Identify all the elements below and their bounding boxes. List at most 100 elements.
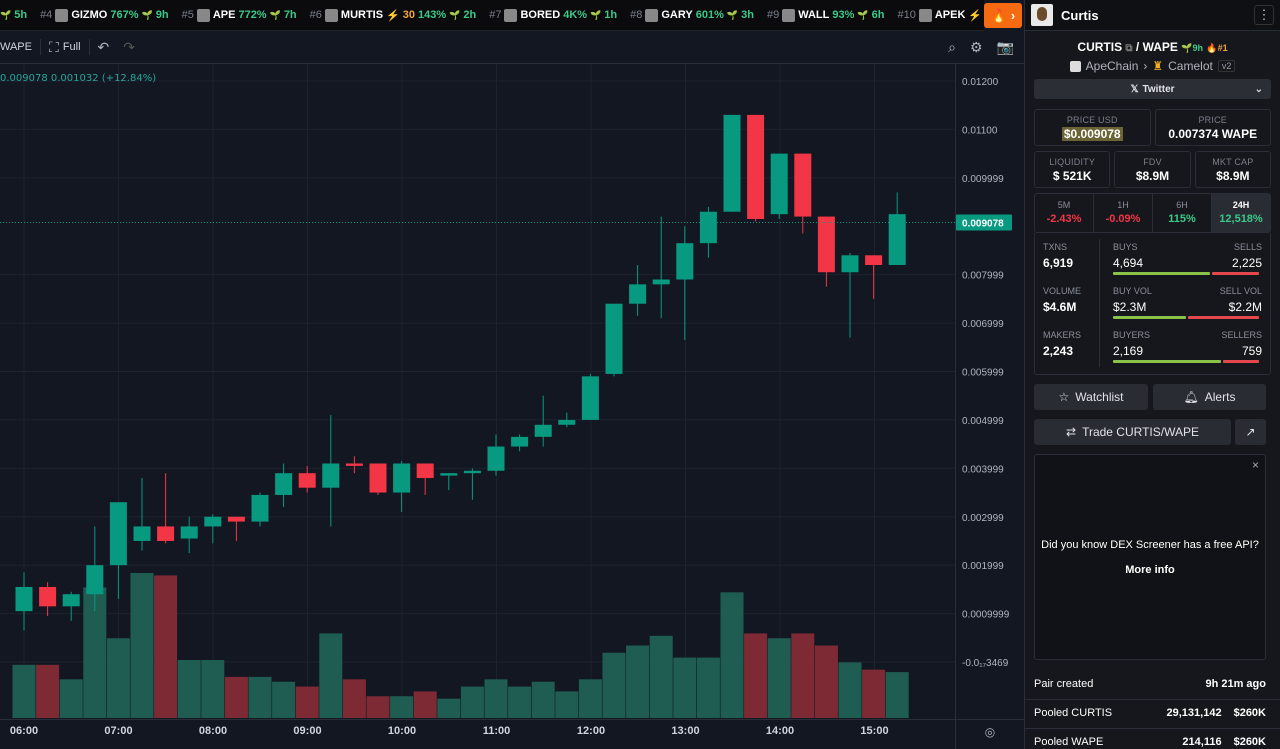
time-tick-label: 13:00 — [671, 725, 699, 737]
price-native-value: 0.007374 WAPE — [1168, 127, 1258, 141]
sells-bar — [1212, 272, 1259, 275]
tab-1h[interactable]: 1H -0.09% — [1094, 194, 1153, 232]
candle-body — [629, 284, 647, 304]
timeframe-tabs: 5M -2.43% 1H -0.09% 6H 115% 24H 12,518% — [1034, 193, 1271, 233]
volume-bar — [224, 676, 248, 718]
tab-5m[interactable]: 5M -2.43% — [1035, 194, 1094, 232]
volume-bar — [366, 696, 390, 718]
chart-canvas[interactable]: 06:00 07:00 08:00 09:00 10:00 11:00 12:00 13:00… — [0, 64, 1024, 749]
ticker-item[interactable]: #10APEK⚡104K%🌱4 — [897, 8, 984, 22]
price-tick-label: 0.006999 — [962, 319, 1004, 330]
tab-24h[interactable]: 24H 12,518% — [1212, 194, 1270, 232]
chain-link[interactable]: ApeChain — [1086, 59, 1139, 73]
volume-bar — [555, 691, 579, 718]
price-chart[interactable]: 06:00 07:00 08:00 09:00 10:00 11:00 12:00 13:00… — [0, 64, 1024, 749]
full-button[interactable]: Full — [63, 41, 81, 53]
ticker-item[interactable]: #7 BORED 4K% 🌱 1h — [489, 8, 617, 22]
fullscreen-icon[interactable]: ⛶ — [49, 39, 59, 56]
ticker-item[interactable]: #9 WALL 93% 🌱 6h — [766, 8, 884, 22]
redo-icon[interactable]: ↷ — [123, 39, 135, 56]
price-tick-label: 0.003999 — [962, 464, 1004, 475]
alerts-button[interactable]: 🔔︎ Alerts — [1153, 384, 1266, 410]
camera-icon[interactable]: 📷 — [997, 39, 1014, 56]
watchlist-button[interactable]: ☆ Watchlist — [1034, 384, 1148, 410]
external-link-button[interactable]: ↗ — [1235, 419, 1266, 445]
candle-body — [322, 463, 340, 488]
dex-link[interactable]: Camelot — [1168, 59, 1213, 73]
price-tick-label: 0.009999 — [962, 174, 1004, 185]
ticker-item[interactable]: 🌱 5h — [0, 9, 27, 21]
price-usd-value: $0.009078 — [1061, 127, 1123, 141]
zoom-icon[interactable]: ⌕ — [948, 39, 956, 56]
price-tick-label: 0.005999 — [962, 368, 1004, 379]
volume-bar — [295, 686, 319, 718]
pair-label[interactable]: WAPE — [0, 41, 32, 53]
volume-bar — [791, 633, 815, 718]
candle-body — [86, 565, 104, 595]
ticker-item[interactable]: #4 GIZMO 767% 🌱 9h — [40, 8, 169, 22]
close-icon[interactable]: × — [1252, 458, 1259, 472]
ticker-change: 93% — [832, 9, 855, 21]
ticker-rank: #4 — [40, 9, 53, 21]
token-icon — [55, 8, 69, 22]
candle-body — [511, 436, 529, 447]
ticker-rank: #9 — [766, 9, 780, 21]
trade-button[interactable]: ⇄ Trade CURTIS/WAPE — [1034, 419, 1231, 445]
dex-version-badge: v2 — [1217, 60, 1236, 72]
buy-volume-value: $2.3M — [1113, 300, 1147, 314]
undo-icon[interactable]: ↶ — [98, 39, 110, 56]
volume-bar — [531, 681, 555, 718]
price-tick-label: -0.0₁₇3469 — [962, 658, 1009, 669]
boost-icon: 🔥 — [1206, 43, 1218, 53]
price-tick-label: 0.01200 — [962, 77, 999, 88]
ticker-rank: #6 — [309, 9, 322, 21]
ticker-item[interactable]: #6 MURTIS ⚡ 30 143% 🌱 2h — [309, 8, 476, 22]
ticker-change: 4K% — [563, 9, 588, 21]
volume-bar — [696, 657, 720, 718]
volume-bar — [59, 679, 83, 718]
candle-body — [15, 586, 33, 612]
twitter-button[interactable]: 𝕏 Twitter ⌄ — [1034, 79, 1271, 99]
ticker-rank: #8 — [630, 9, 643, 21]
chevron-down-icon[interactable]: ⌄ — [1255, 84, 1263, 95]
ticker-change: 772% — [238, 9, 267, 21]
time-tick-label: 06:00 — [10, 725, 38, 737]
sprout-icon: 🌱 — [0, 9, 12, 20]
volume-bar — [838, 662, 862, 718]
copy-icon[interactable]: ⧉ — [1125, 43, 1132, 54]
volume-bar — [177, 660, 201, 718]
volume-bar — [720, 592, 744, 718]
candle-body — [794, 153, 812, 217]
token-icon — [324, 8, 338, 22]
volume-bar — [248, 676, 272, 718]
volume-bar — [578, 679, 602, 718]
volume-bar — [767, 638, 791, 718]
mcap-box: MKT CAP $8.9M — [1194, 151, 1271, 188]
ticker-symbol: APEK — [934, 9, 966, 21]
candle-body — [39, 586, 57, 607]
menu-button[interactable]: ⋮ — [1254, 5, 1274, 25]
ticker-rank: #5 — [181, 9, 194, 21]
ticker-item[interactable]: #8 GARY 601% 🌱 3h — [630, 8, 754, 22]
price-tick-label: 0.01100 — [962, 125, 998, 136]
swap-icon: ⇄ — [1066, 425, 1077, 439]
candle-body — [652, 279, 670, 285]
candle-body — [133, 526, 151, 541]
candle-body — [298, 473, 316, 488]
volume-bar — [413, 691, 437, 718]
more-info-link[interactable]: More info — [1035, 564, 1265, 576]
settings-icon[interactable]: ⚙ — [970, 39, 983, 56]
token-name: Curtis — [1061, 7, 1099, 23]
tab-6h[interactable]: 6H 115% — [1153, 194, 1212, 232]
sellers-value: 759 — [1241, 344, 1262, 358]
candle-body — [841, 255, 859, 273]
token-avatar — [1031, 4, 1053, 26]
bell-icon: 🔔︎ — [1183, 390, 1199, 404]
trending-fire-button[interactable]: 🔥 › — [984, 3, 1022, 28]
ticker-change: 767% — [110, 9, 139, 21]
settings-icon[interactable]: ◎ — [985, 725, 995, 739]
sprout-icon: 🌱 — [590, 9, 602, 20]
ticker-item[interactable]: #5 APE 772% 🌱 7h — [181, 8, 297, 22]
volume-bar — [602, 652, 626, 718]
time-tick-label: 07:00 — [104, 725, 132, 737]
